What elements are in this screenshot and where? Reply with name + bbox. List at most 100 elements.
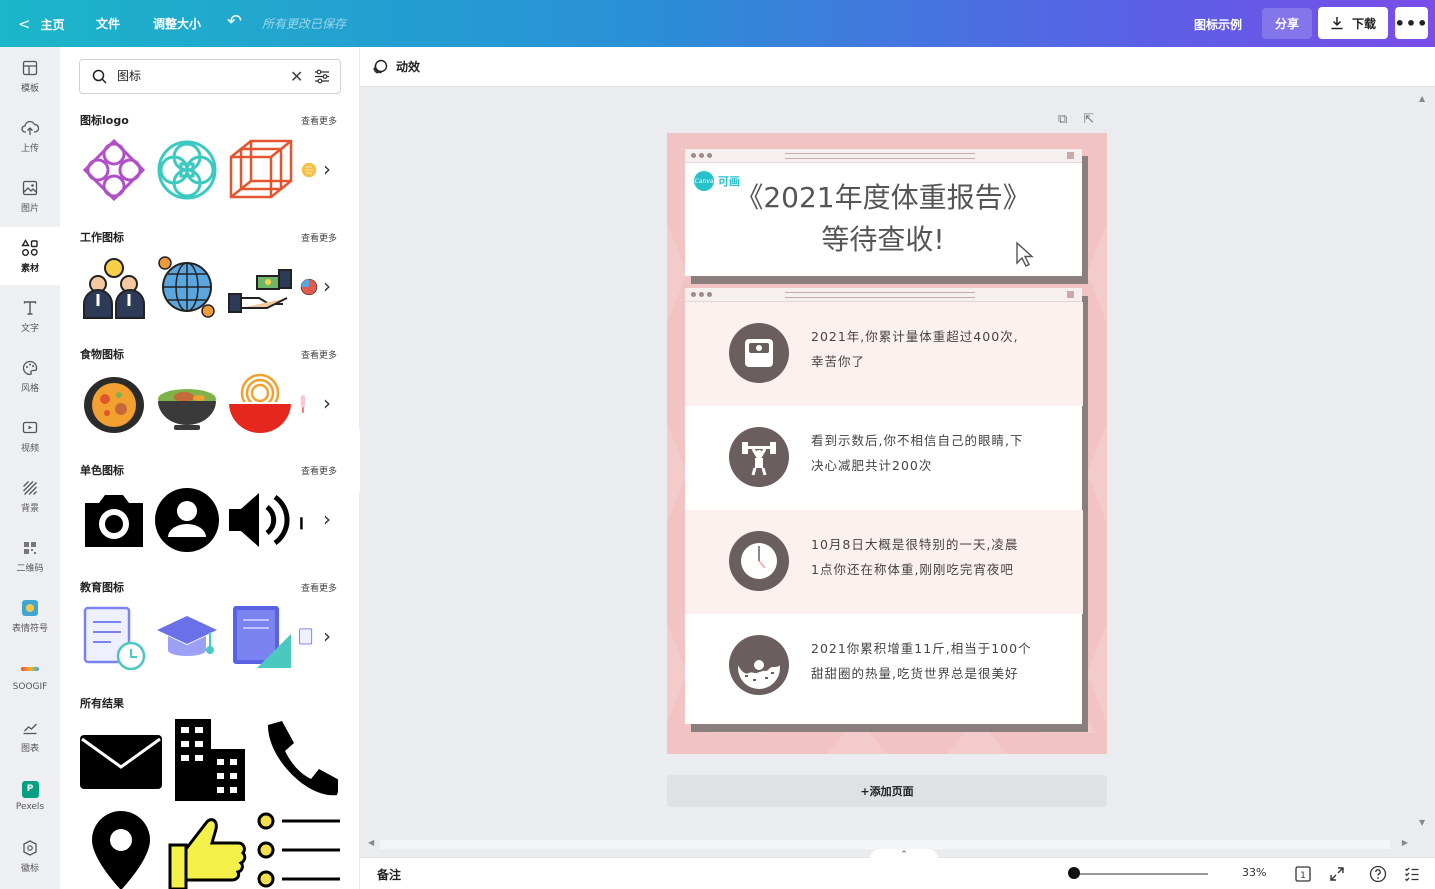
rail-item-text[interactable]: 文字 [0,287,60,345]
thumbnail-payment-hand-icon[interactable] [226,252,293,322]
scrollbar-track[interactable] [380,840,1390,849]
row-scroll-right-icon[interactable]: › [323,391,331,415]
thumbnail-globe-money-icon[interactable] [153,252,220,322]
thumbnail-purple-knot-icon[interactable] [80,135,147,205]
search-icon [92,69,107,84]
rail-item-charts[interactable]: 图表 [0,707,60,765]
thumbnail-popsicle-icon[interactable] [299,369,319,439]
row-scroll-right-icon[interactable]: › [323,157,331,181]
section-title-education-icons: 教育图标 [80,581,124,594]
thumbnail-business-people-icon[interactable] [80,252,147,322]
thumbnail-graduation-cap-icon[interactable] [153,602,220,672]
design-page[interactable]: Canva 可画 《2021年度体重报告》 等待查收! 2021年,你累计量体重… [667,133,1107,754]
animate-button[interactable]: 动效 [372,58,420,75]
rail-item-styles[interactable]: 风格 [0,347,60,405]
zoom-slider-track[interactable] [1073,873,1208,875]
file-menu-button[interactable]: 文件 [96,15,120,32]
stats-window: 2021年,你累计量体重超过400次, 幸苦你了 看到示数后,你不相信自己的眼睛… [685,288,1083,724]
stat-line: 决心减肥共计200次 [811,458,933,473]
stat-row[interactable]: 看到示数后,你不相信自己的眼睛,下 决心减肥共计200次 [685,406,1083,510]
thumbnail-user-avatar-icon[interactable] [153,485,220,555]
zoom-slider-knob[interactable] [1068,867,1080,879]
stat-row[interactable]: 2021年,你累计量体重超过400次, 幸苦你了 [685,302,1083,406]
scroll-down-arrow-icon[interactable]: ▼ [1419,818,1425,827]
rail-label: 图片 [20,203,39,214]
stat-row[interactable]: 10月8日大概是很特别的一天,凌晨 1点你还在称体重,刚刚吃完宵夜吧 [685,510,1083,614]
section-title-logo-icons: 图标logo [80,114,129,127]
top-bar: < 主页 文件 调整大小 ↶ 所有更改已保存 图标示例 分享 下载 ••• [0,0,1435,47]
checklist-icon[interactable] [1402,864,1422,884]
rail-label: 图表 [20,743,39,754]
design-title[interactable]: 图标示例 [1194,16,1242,33]
thumbnail-soup-bowl-icon[interactable] [153,369,220,439]
thumbnail-teal-flower-icon[interactable] [153,135,220,205]
notes-button[interactable]: 备注 [377,866,401,883]
rail-item-templates[interactable]: 模板 [0,47,60,105]
see-more-link[interactable]: 查看更多 [301,464,337,477]
pexels-icon: P [21,780,39,798]
see-more-link[interactable]: 查看更多 [301,231,337,244]
duplicate-page-icon[interactable]: ⧉ [1058,112,1067,127]
rail-item-upload[interactable]: 上传 [0,107,60,165]
rail-label: 徽标 [20,863,39,874]
thumbnail-clipboard-clock-icon[interactable] [80,602,147,672]
rail-item-logos[interactable]: 徽标 [0,827,60,885]
thumbnail-book-ruler-icon[interactable] [226,602,293,672]
more-options-button[interactable]: ••• [1395,7,1428,39]
thumbnail-camera-icon[interactable] [80,485,147,555]
thumbnail-pie-badge-icon[interactable] [299,252,319,322]
row-scroll-right-icon[interactable]: › [323,624,331,648]
help-icon[interactable] [1368,864,1388,884]
result-envelope-icon[interactable] [80,731,162,793]
add-page-button[interactable]: +添加页面 [667,775,1107,807]
result-thumbs-up-icon[interactable] [168,809,250,889]
thumbnail-gold-shell-icon[interactable] [299,135,319,205]
rail-item-qrcode[interactable]: 二维码 [0,527,60,585]
rail-item-background[interactable]: 背景 [0,467,60,525]
scroll-left-arrow-icon[interactable]: ◀ [368,838,374,847]
result-map-pin-icon[interactable] [90,809,152,889]
stat-text: 10月8日大概是很特别的一天,凌晨 1点你还在称体重,刚刚吃完宵夜吧 [811,532,1061,582]
rail-item-soogif[interactable]: SOOGIF [0,647,60,705]
stat-row[interactable]: 2021你累积增重11斤,相当于100个 甜甜圈的热量,吃货世界总是很美好 [685,614,1083,718]
stat-line: 1点你还在称体重,刚刚吃完宵夜吧 [811,562,1014,577]
see-more-link[interactable]: 查看更多 [301,114,337,127]
stat-line: 10月8日大概是很特别的一天,凌晨 [811,537,1019,552]
row-scroll-right-icon[interactable]: › [323,274,331,298]
zoom-level[interactable]: 33% [1242,866,1266,879]
row-scroll-right-icon[interactable]: › [323,507,331,531]
undo-icon[interactable]: ↶ [227,11,242,32]
result-building-icon[interactable] [175,719,245,801]
thumbnail-paella-pan-icon[interactable] [80,369,147,439]
page-count-icon[interactable]: 1 [1293,864,1313,884]
rail-label: 二维码 [16,563,44,574]
thumbnail-noodle-bowl-icon[interactable] [226,369,293,439]
share-button[interactable]: 分享 [1262,8,1312,39]
result-list-icon[interactable] [256,811,342,889]
section-title-all-results: 所有结果 [80,697,124,710]
resize-button[interactable]: 调整大小 [153,15,201,32]
fullscreen-icon[interactable] [1327,864,1347,884]
scroll-up-arrow-icon[interactable]: ▲ [1419,94,1425,103]
rail-item-images[interactable]: 图片 [0,167,60,225]
thumbnail-bar-icon[interactable] [299,485,319,555]
rail-item-pexels[interactable]: P Pexels [0,767,60,825]
search-input[interactable] [117,68,277,82]
thumbnail-orange-cubes-icon[interactable] [226,135,293,205]
clear-search-icon[interactable]: ✕ [290,67,303,86]
see-more-link[interactable]: 查看更多 [301,581,337,594]
download-button[interactable]: 下载 [1318,7,1388,39]
expand-pages-tab[interactable]: ⌃ [870,849,938,861]
scroll-right-arrow-icon[interactable]: ▶ [1402,838,1408,847]
rail-item-emoji[interactable]: 表情符号 [0,587,60,645]
see-more-link[interactable]: 查看更多 [301,348,337,361]
result-phone-icon[interactable] [262,719,341,801]
home-button[interactable]: < 主页 [18,15,65,33]
add-page-icon[interactable]: ⇱ [1083,112,1094,127]
filter-icon[interactable] [314,69,330,84]
rail-item-video[interactable]: 视频 [0,407,60,465]
thumbnail-speaker-icon[interactable] [226,485,293,555]
thumbnail-blue-card-icon[interactable] [299,602,319,672]
stat-text: 2021年,你累计量体重超过400次, 幸苦你了 [811,324,1061,374]
rail-item-elements[interactable]: 素材 [0,227,60,285]
